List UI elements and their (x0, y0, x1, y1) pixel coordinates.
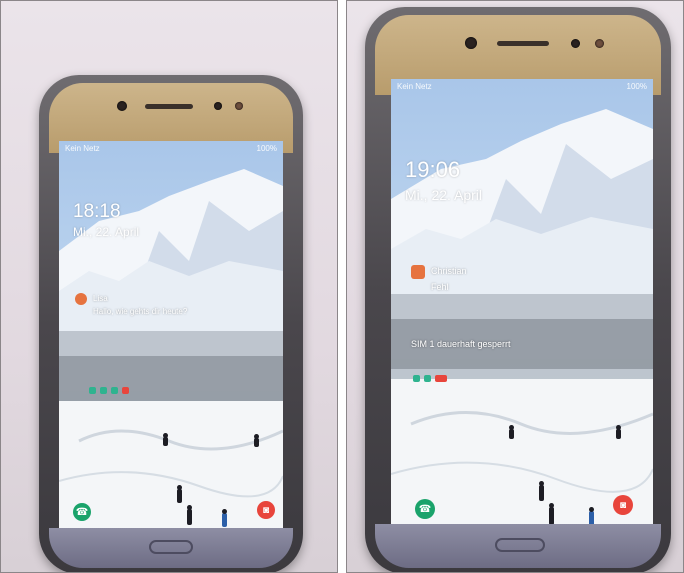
skier-figure (539, 481, 544, 501)
skier-figure (187, 505, 192, 525)
skier-figure (549, 503, 554, 525)
app-icon (413, 375, 420, 382)
app-icon (435, 375, 447, 382)
notification-title: Christian (431, 266, 467, 276)
lock-date: Mi., 22. April (405, 187, 483, 203)
sensor-icon (571, 39, 580, 48)
home-button[interactable] (495, 538, 545, 552)
notification-text: Fehl (431, 282, 449, 292)
phone-bottom-bezel (49, 528, 293, 568)
lock-date: Mi., 22. April (73, 225, 140, 239)
notification-icons (89, 387, 129, 394)
notification-avatar-icon (75, 293, 87, 305)
app-icon (122, 387, 129, 394)
phone-shortcut-icon[interactable]: ☎ (73, 503, 91, 521)
camera-shortcut-icon[interactable]: ◙ (613, 495, 633, 515)
lock-screen[interactable]: Kein Netz 100% 18:18 Mi., 22. April Lisa… (59, 141, 283, 537)
app-icon (100, 387, 107, 394)
status-bar: Kein Netz 100% (397, 82, 647, 91)
home-button[interactable] (149, 540, 193, 554)
skier-figure (509, 425, 514, 439)
earpiece-speaker (145, 104, 193, 109)
sensor-icon (214, 102, 222, 110)
camera-shortcut-icon[interactable]: ◙ (257, 501, 275, 519)
skier-figure (616, 425, 621, 439)
mountain-wallpaper (391, 109, 653, 533)
app-icon (89, 387, 96, 394)
status-bar: Kein Netz 100% (65, 144, 277, 153)
lock-screen[interactable]: Kein Netz 100% 19:06 Mi., 22. April Chri… (391, 79, 653, 533)
skier-figure (222, 509, 227, 527)
phone-body: Kein Netz 100% 19:06 Mi., 22. April Chri… (365, 7, 671, 572)
carrier-label: Kein Netz (397, 82, 432, 91)
sensor-icon (595, 39, 604, 48)
lock-clock: 18:18 (73, 201, 121, 222)
front-camera-icon (117, 101, 127, 111)
app-icon (111, 387, 118, 394)
phone-shortcut-icon[interactable]: ☎ (415, 499, 435, 519)
skier-figure (177, 485, 182, 503)
sim-status-message: SIM 1 dauerhaft gesperrt (411, 339, 511, 349)
battery-label: 100% (626, 82, 647, 91)
phone-body: Kein Netz 100% 18:18 Mi., 22. April Lisa… (39, 75, 303, 572)
notification-avatar-icon (411, 265, 425, 279)
phone-bottom-bezel (375, 524, 661, 568)
front-camera-icon (465, 37, 477, 49)
notification-title: Lisa (93, 294, 108, 303)
skier-figure (163, 433, 168, 446)
sensor-icon (235, 102, 243, 110)
notification-icons (413, 375, 447, 382)
lock-clock: 19:06 (405, 157, 461, 182)
notification-text: Hallo, wie gehts dir heute? (93, 307, 188, 316)
photo-right: Kein Netz 100% 19:06 Mi., 22. April Chri… (346, 0, 684, 573)
earpiece-speaker (497, 41, 549, 46)
photo-left: Kein Netz 100% 18:18 Mi., 22. April Lisa… (0, 0, 338, 573)
carrier-label: Kein Netz (65, 144, 100, 153)
skier-figure (254, 434, 259, 447)
app-icon (424, 375, 431, 382)
battery-label: 100% (256, 144, 277, 153)
